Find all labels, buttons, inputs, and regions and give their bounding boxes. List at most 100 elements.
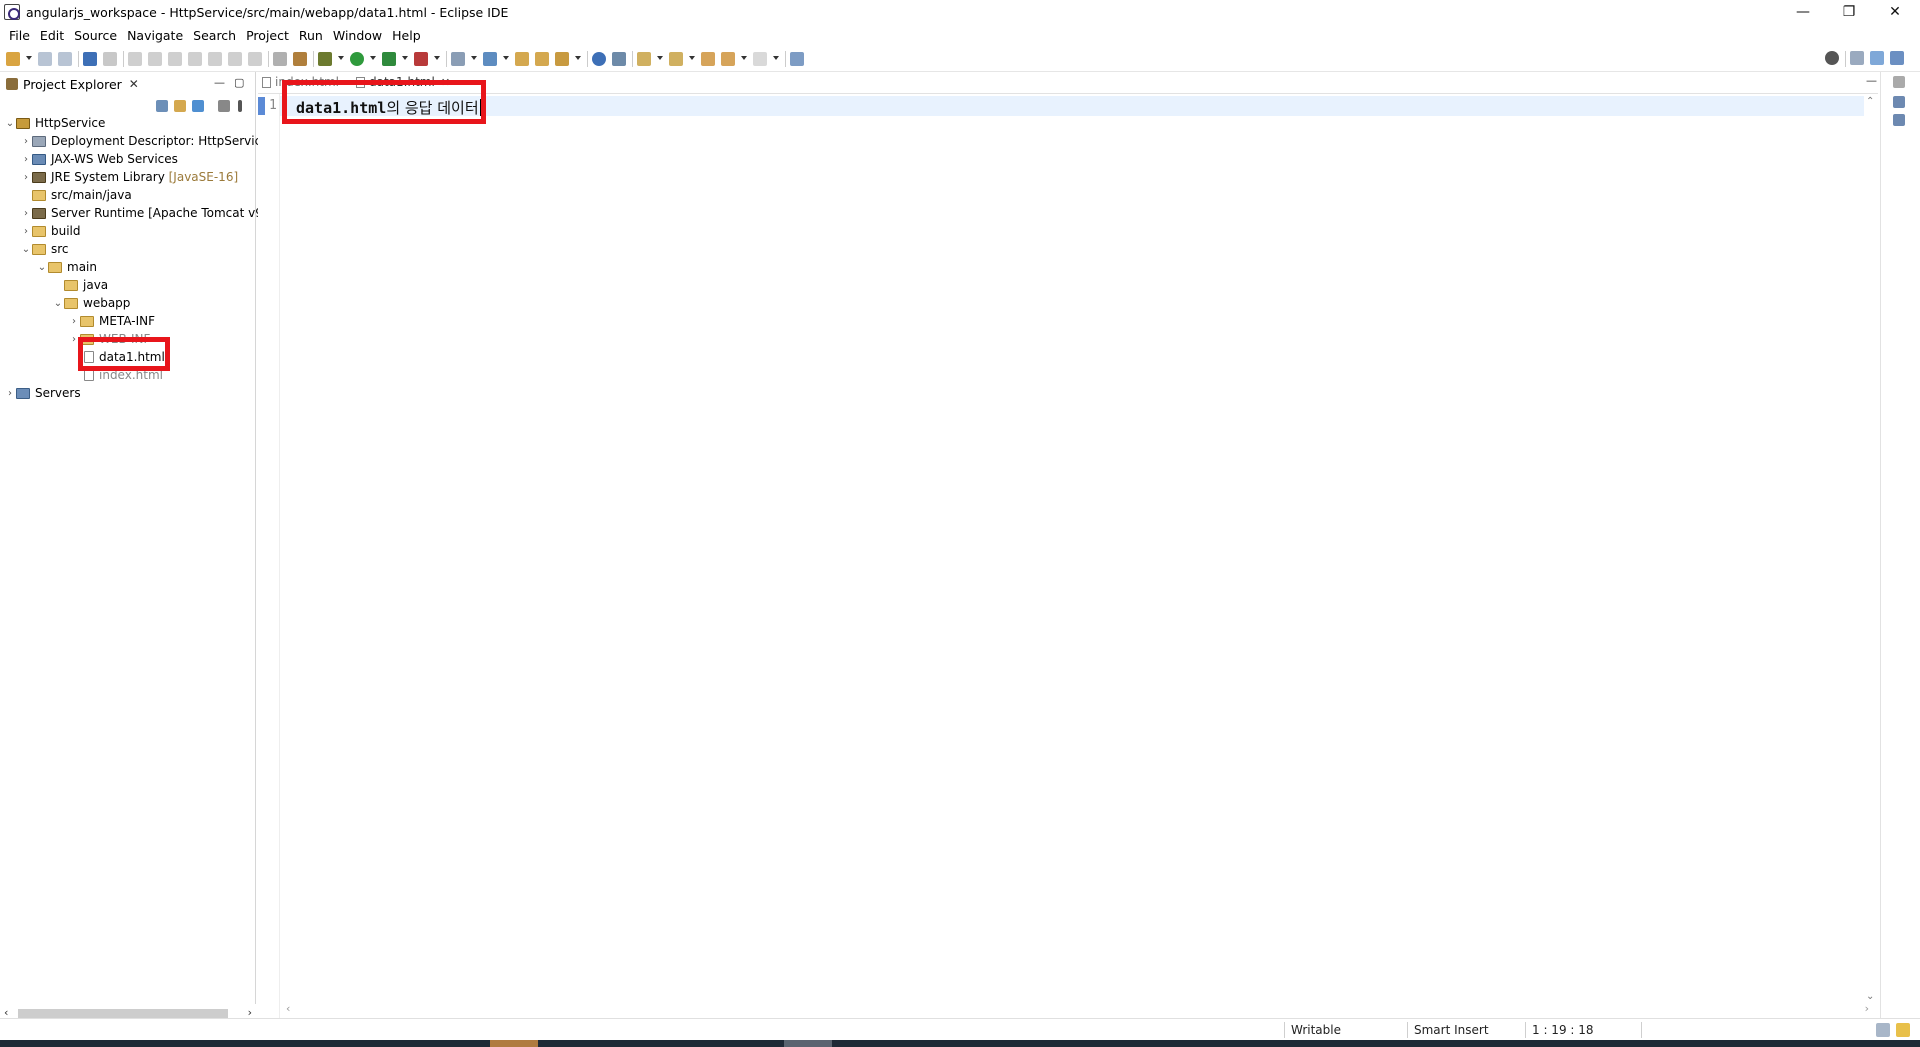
scroll-down-icon[interactable]: ⌄ [1866,991,1874,1002]
tree-item-jre-library[interactable]: › JRE System Library [JavaSE-16] [20,168,238,186]
code-line[interactable]: data1.html 의 응답 데이터 [296,97,481,118]
chevron-down-icon[interactable] [689,55,695,62]
chevron-down-icon[interactable]: ⌄ [52,298,64,309]
tree-item-webapp[interactable]: ⌄ webapp [52,294,131,312]
close-button[interactable]: ✕ [1872,0,1918,24]
chevron-right-icon[interactable]: › [4,388,16,399]
save-icon[interactable] [38,51,52,66]
chevron-right-icon[interactable]: › [20,172,32,183]
tree-item-java[interactable]: java [52,276,108,294]
menu-edit[interactable]: Edit [35,28,69,43]
tree-item-web-inf[interactable]: › WEB-INF [68,330,150,348]
tree-item-build[interactable]: › build [20,222,81,240]
menu-run[interactable]: Run [294,28,328,43]
back-icon[interactable] [721,51,735,66]
browser-icon[interactable] [592,51,606,66]
suspend-icon[interactable] [148,51,162,66]
chevron-down-icon[interactable]: ⌄ [36,262,48,273]
chevron-right-icon[interactable]: › [20,154,32,165]
scroll-left-icon[interactable]: ‹ [286,1002,290,1015]
open-type-icon[interactable] [515,51,529,66]
chevron-right-icon[interactable]: › [68,316,80,327]
link-editor-icon[interactable] [174,100,186,112]
outline-icon[interactable] [1893,96,1905,108]
taskbar-app[interactable] [784,1040,832,1047]
step-into-icon[interactable] [208,51,222,66]
open-perspective-icon[interactable] [1850,51,1864,65]
new-class-icon[interactable] [483,51,497,66]
chevron-down-icon[interactable] [26,55,32,62]
terminate-icon[interactable] [168,51,182,66]
tree-item-src-main-java[interactable]: src/main/java [20,186,132,204]
menu-file[interactable]: File [4,28,35,43]
chevron-down-icon[interactable] [503,55,509,62]
menu-search[interactable]: Search [188,28,241,43]
javaee-perspective-icon[interactable] [1870,51,1884,65]
forward-icon[interactable] [753,51,767,66]
chevron-down-icon[interactable] [773,55,779,62]
run-icon[interactable] [350,51,364,66]
new-icon[interactable] [6,51,20,66]
chevron-right-icon[interactable]: › [68,334,80,345]
tip-icon[interactable] [1896,1023,1910,1037]
tree-item-meta-inf[interactable]: › META-INF [68,312,155,330]
search-tool-icon[interactable] [555,51,569,66]
editor-horizontal-scrollbar[interactable]: ‹ › [280,1002,1875,1016]
filter-icon[interactable] [192,100,204,112]
menu-project[interactable]: Project [241,28,294,43]
menu-source[interactable]: Source [69,28,122,43]
task-list-icon[interactable] [1893,114,1905,126]
tree-item-servers[interactable]: › Servers [4,384,81,402]
minimize-editor-icon[interactable]: — [1866,74,1877,87]
maximize-view-icon[interactable]: ▢ [234,76,244,89]
search-icon[interactable] [1825,51,1839,65]
tree-item-index-html[interactable]: index.html [84,366,163,384]
resume-icon[interactable] [128,51,142,66]
scroll-right-icon[interactable]: › [1865,1002,1869,1015]
disconnect-icon[interactable] [188,51,202,66]
coverage-icon[interactable] [382,51,396,66]
chevron-down-icon[interactable]: ⌄ [4,118,16,129]
annotation-icon[interactable] [612,51,626,66]
taskbar-app[interactable] [490,1040,538,1047]
pin-editor-icon[interactable] [790,51,804,66]
tree-item-main[interactable]: ⌄ main [36,258,97,276]
close-icon[interactable]: ✕ [441,76,450,89]
save-all-icon[interactable] [58,51,72,66]
menu-window[interactable]: Window [328,28,387,43]
minimize-view-icon[interactable]: — [214,76,225,89]
java-perspective-icon[interactable] [1890,51,1904,65]
chevron-down-icon[interactable] [657,55,663,62]
new-server-icon[interactable] [451,51,465,66]
tree-item-data1-html[interactable]: data1.html [84,348,165,366]
tree-item-src[interactable]: ⌄ src [20,240,69,258]
maximize-view-icon[interactable] [1893,76,1905,88]
tab-data1-html[interactable]: data1.html ✕ [356,75,450,89]
step-return-icon[interactable] [248,51,262,66]
minimize-button[interactable]: — [1780,0,1826,24]
tree-item-jaxws[interactable]: › JAX-WS Web Services [20,150,178,168]
last-edit-icon[interactable] [701,51,715,66]
progress-icon[interactable] [1876,1023,1890,1037]
scroll-up-icon[interactable]: ⌃ [1866,96,1874,107]
chevron-down-icon[interactable] [471,55,477,62]
chevron-right-icon[interactable]: › [20,226,32,237]
build-icon[interactable] [293,51,307,66]
chevron-right-icon[interactable]: › [20,136,32,147]
external-tools-icon[interactable] [414,51,428,66]
debug-icon[interactable] [318,51,332,66]
previous-annotation-icon[interactable] [669,51,683,66]
collapse-all-icon[interactable] [156,100,168,112]
chevron-down-icon[interactable] [741,55,747,62]
tree-item-server-runtime[interactable]: › Server Runtime [Apache Tomcat v9.0 [20,204,274,222]
close-icon[interactable]: ✕ [129,77,139,91]
chevron-down-icon[interactable] [338,55,344,62]
restore-button[interactable]: ❐ [1826,0,1872,24]
chevron-down-icon[interactable] [575,55,581,62]
open-task-icon[interactable] [535,51,549,66]
editor-vertical-scrollbar[interactable]: ⌃ ⌄ [1864,94,1878,1004]
menu-help[interactable]: Help [387,28,426,43]
next-annotation-icon[interactable] [637,51,651,66]
view-menu-icon[interactable] [238,100,242,112]
tab-project-explorer[interactable]: Project Explorer ✕ [6,77,139,92]
